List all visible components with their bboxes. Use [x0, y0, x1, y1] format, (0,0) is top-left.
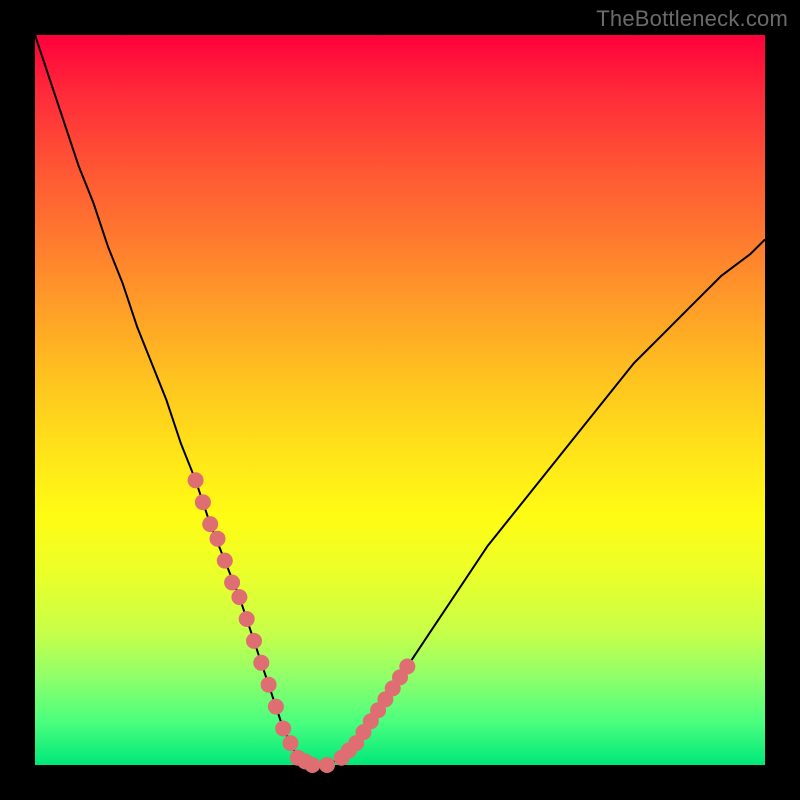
curve-marker [399, 659, 415, 675]
curve-marker [275, 721, 291, 737]
curve-marker [239, 611, 255, 627]
curve-marker [283, 735, 299, 751]
chart-frame: TheBottleneck.com [0, 0, 800, 800]
curve-marker [217, 553, 233, 569]
curve-markers [188, 472, 416, 773]
curve-marker [224, 575, 240, 591]
curve-marker [195, 494, 211, 510]
curve-marker [268, 699, 284, 715]
watermark-text: TheBottleneck.com [596, 6, 788, 32]
curve-marker [188, 472, 204, 488]
curve-marker [246, 633, 262, 649]
curve-marker [319, 757, 335, 773]
curve-marker [202, 516, 218, 532]
curve-marker [210, 531, 226, 547]
curve-marker [304, 757, 320, 773]
plot-area [35, 35, 765, 765]
curve-line [35, 35, 765, 765]
curve-marker [231, 589, 247, 605]
bottleneck-curve [35, 35, 765, 765]
curve-marker [261, 677, 277, 693]
curve-marker [253, 655, 269, 671]
